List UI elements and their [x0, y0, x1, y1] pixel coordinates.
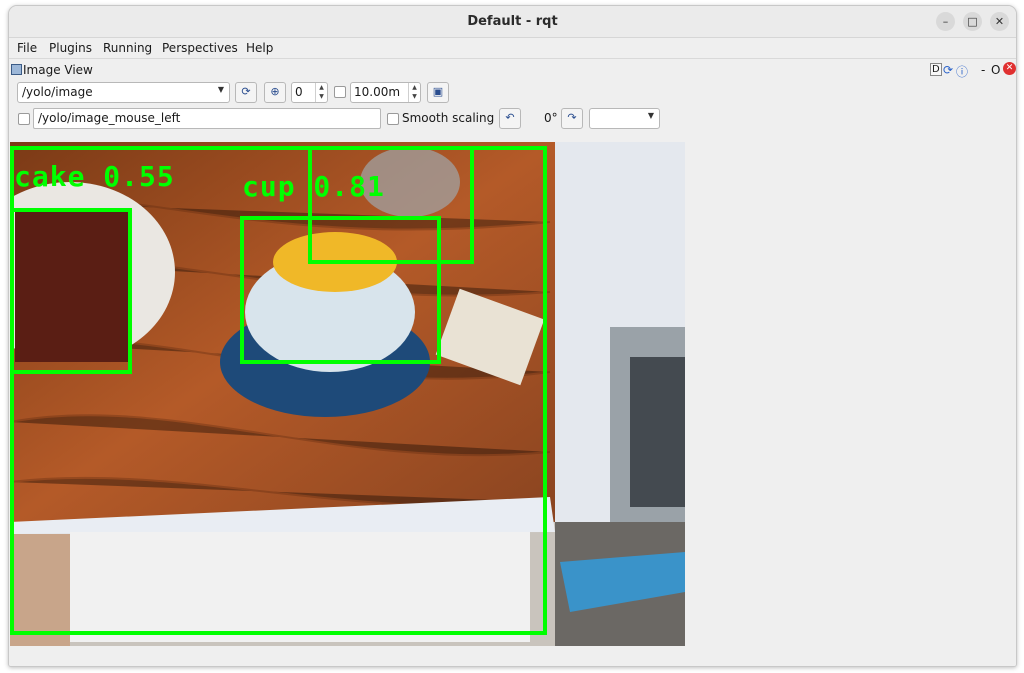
camera-image[interactable]: cake 0.55 cup 0.81	[10, 142, 685, 647]
rotate-right-button[interactable]: ↷	[561, 108, 583, 129]
smooth-scaling-checkbox[interactable]	[387, 113, 399, 125]
refresh-topics-button[interactable]: ⟳	[235, 82, 257, 103]
window-title: Default - rqt	[467, 14, 558, 29]
refresh-icon: ⟳	[241, 85, 251, 98]
max-range-value: 10.00m	[354, 85, 401, 99]
maximize-button[interactable]: □	[963, 12, 982, 31]
menu-help[interactable]: Help	[246, 41, 273, 55]
save-image-button[interactable]: ▣	[427, 82, 449, 103]
detection-label-cup: cup 0.81	[242, 170, 385, 203]
zoom-original-button[interactable]: ⊕	[264, 82, 286, 103]
status-bar	[9, 646, 1016, 666]
dock-close-icon[interactable]: ✕	[1003, 62, 1016, 75]
image-view-area[interactable]: cake 0.55 cup 0.81	[10, 142, 1015, 647]
title-bar: Default - rqt – □ ✕	[9, 6, 1016, 38]
color-scheme-select[interactable]: ▼	[589, 108, 660, 129]
dock-title: Image View	[23, 63, 93, 77]
menu-plugins[interactable]: Plugins	[49, 41, 92, 55]
value-spinbox-value: 0	[295, 85, 303, 99]
menu-file[interactable]: File	[17, 41, 37, 55]
minimize-button[interactable]: –	[936, 12, 955, 31]
minimize-icon: –	[942, 15, 949, 28]
chevron-down-icon: ▼	[217, 85, 224, 94]
menu-bar: File Plugins Running Perspectives Help	[9, 39, 1016, 59]
rqt-window: Default - rqt – □ ✕ File Plugins Running…	[8, 5, 1017, 667]
dock-options-button[interactable]: O	[991, 63, 1000, 77]
dock-title-bar: Image View D ⟳ ⓘ - O ✕	[9, 61, 1016, 81]
image-view-icon	[11, 64, 22, 75]
menu-running[interactable]: Running	[103, 41, 152, 55]
zoom-icon: ⊕	[270, 85, 280, 98]
mouse-topic-value: /yolo/image_mouse_left	[38, 111, 181, 125]
dock-hide-button[interactable]: -	[981, 63, 985, 77]
spin-arrows-icon[interactable]: ▲ ▼	[408, 83, 420, 102]
publish-mouse-checkbox[interactable]	[18, 113, 30, 125]
mouse-topic-input[interactable]: /yolo/image_mouse_left	[33, 108, 381, 129]
spin-arrows-icon[interactable]: ▲ ▼	[315, 83, 327, 102]
help-icon[interactable]: ⓘ	[956, 63, 968, 80]
rotate-left-button[interactable]: ↶	[499, 108, 521, 129]
rotation-label: 0°	[544, 111, 558, 125]
bbox-large	[10, 146, 547, 635]
topic-value: /yolo/image	[22, 85, 93, 99]
reload-icon[interactable]: ⟳	[943, 63, 953, 77]
topic-select[interactable]: /yolo/image ▼	[17, 82, 230, 103]
rotate-left-icon: ↶	[505, 111, 515, 124]
value-spinbox[interactable]: 0 ▲ ▼	[291, 82, 328, 103]
menu-perspectives[interactable]: Perspectives	[162, 41, 238, 55]
max-range-spinbox[interactable]: 10.00m ▲ ▼	[350, 82, 421, 103]
detection-label-cake: cake 0.55	[14, 160, 175, 193]
rotate-right-icon: ↷	[567, 111, 577, 124]
save-icon: ▣	[432, 85, 444, 98]
dynamic-range-checkbox[interactable]	[334, 86, 346, 98]
close-button[interactable]: ✕	[990, 12, 1009, 31]
chevron-down-icon: ▼	[647, 111, 654, 120]
maximize-icon: □	[967, 15, 978, 28]
dock-button-d[interactable]: D	[930, 63, 942, 76]
close-icon: ✕	[994, 15, 1005, 28]
smooth-scaling-label: Smooth scaling	[402, 111, 495, 125]
